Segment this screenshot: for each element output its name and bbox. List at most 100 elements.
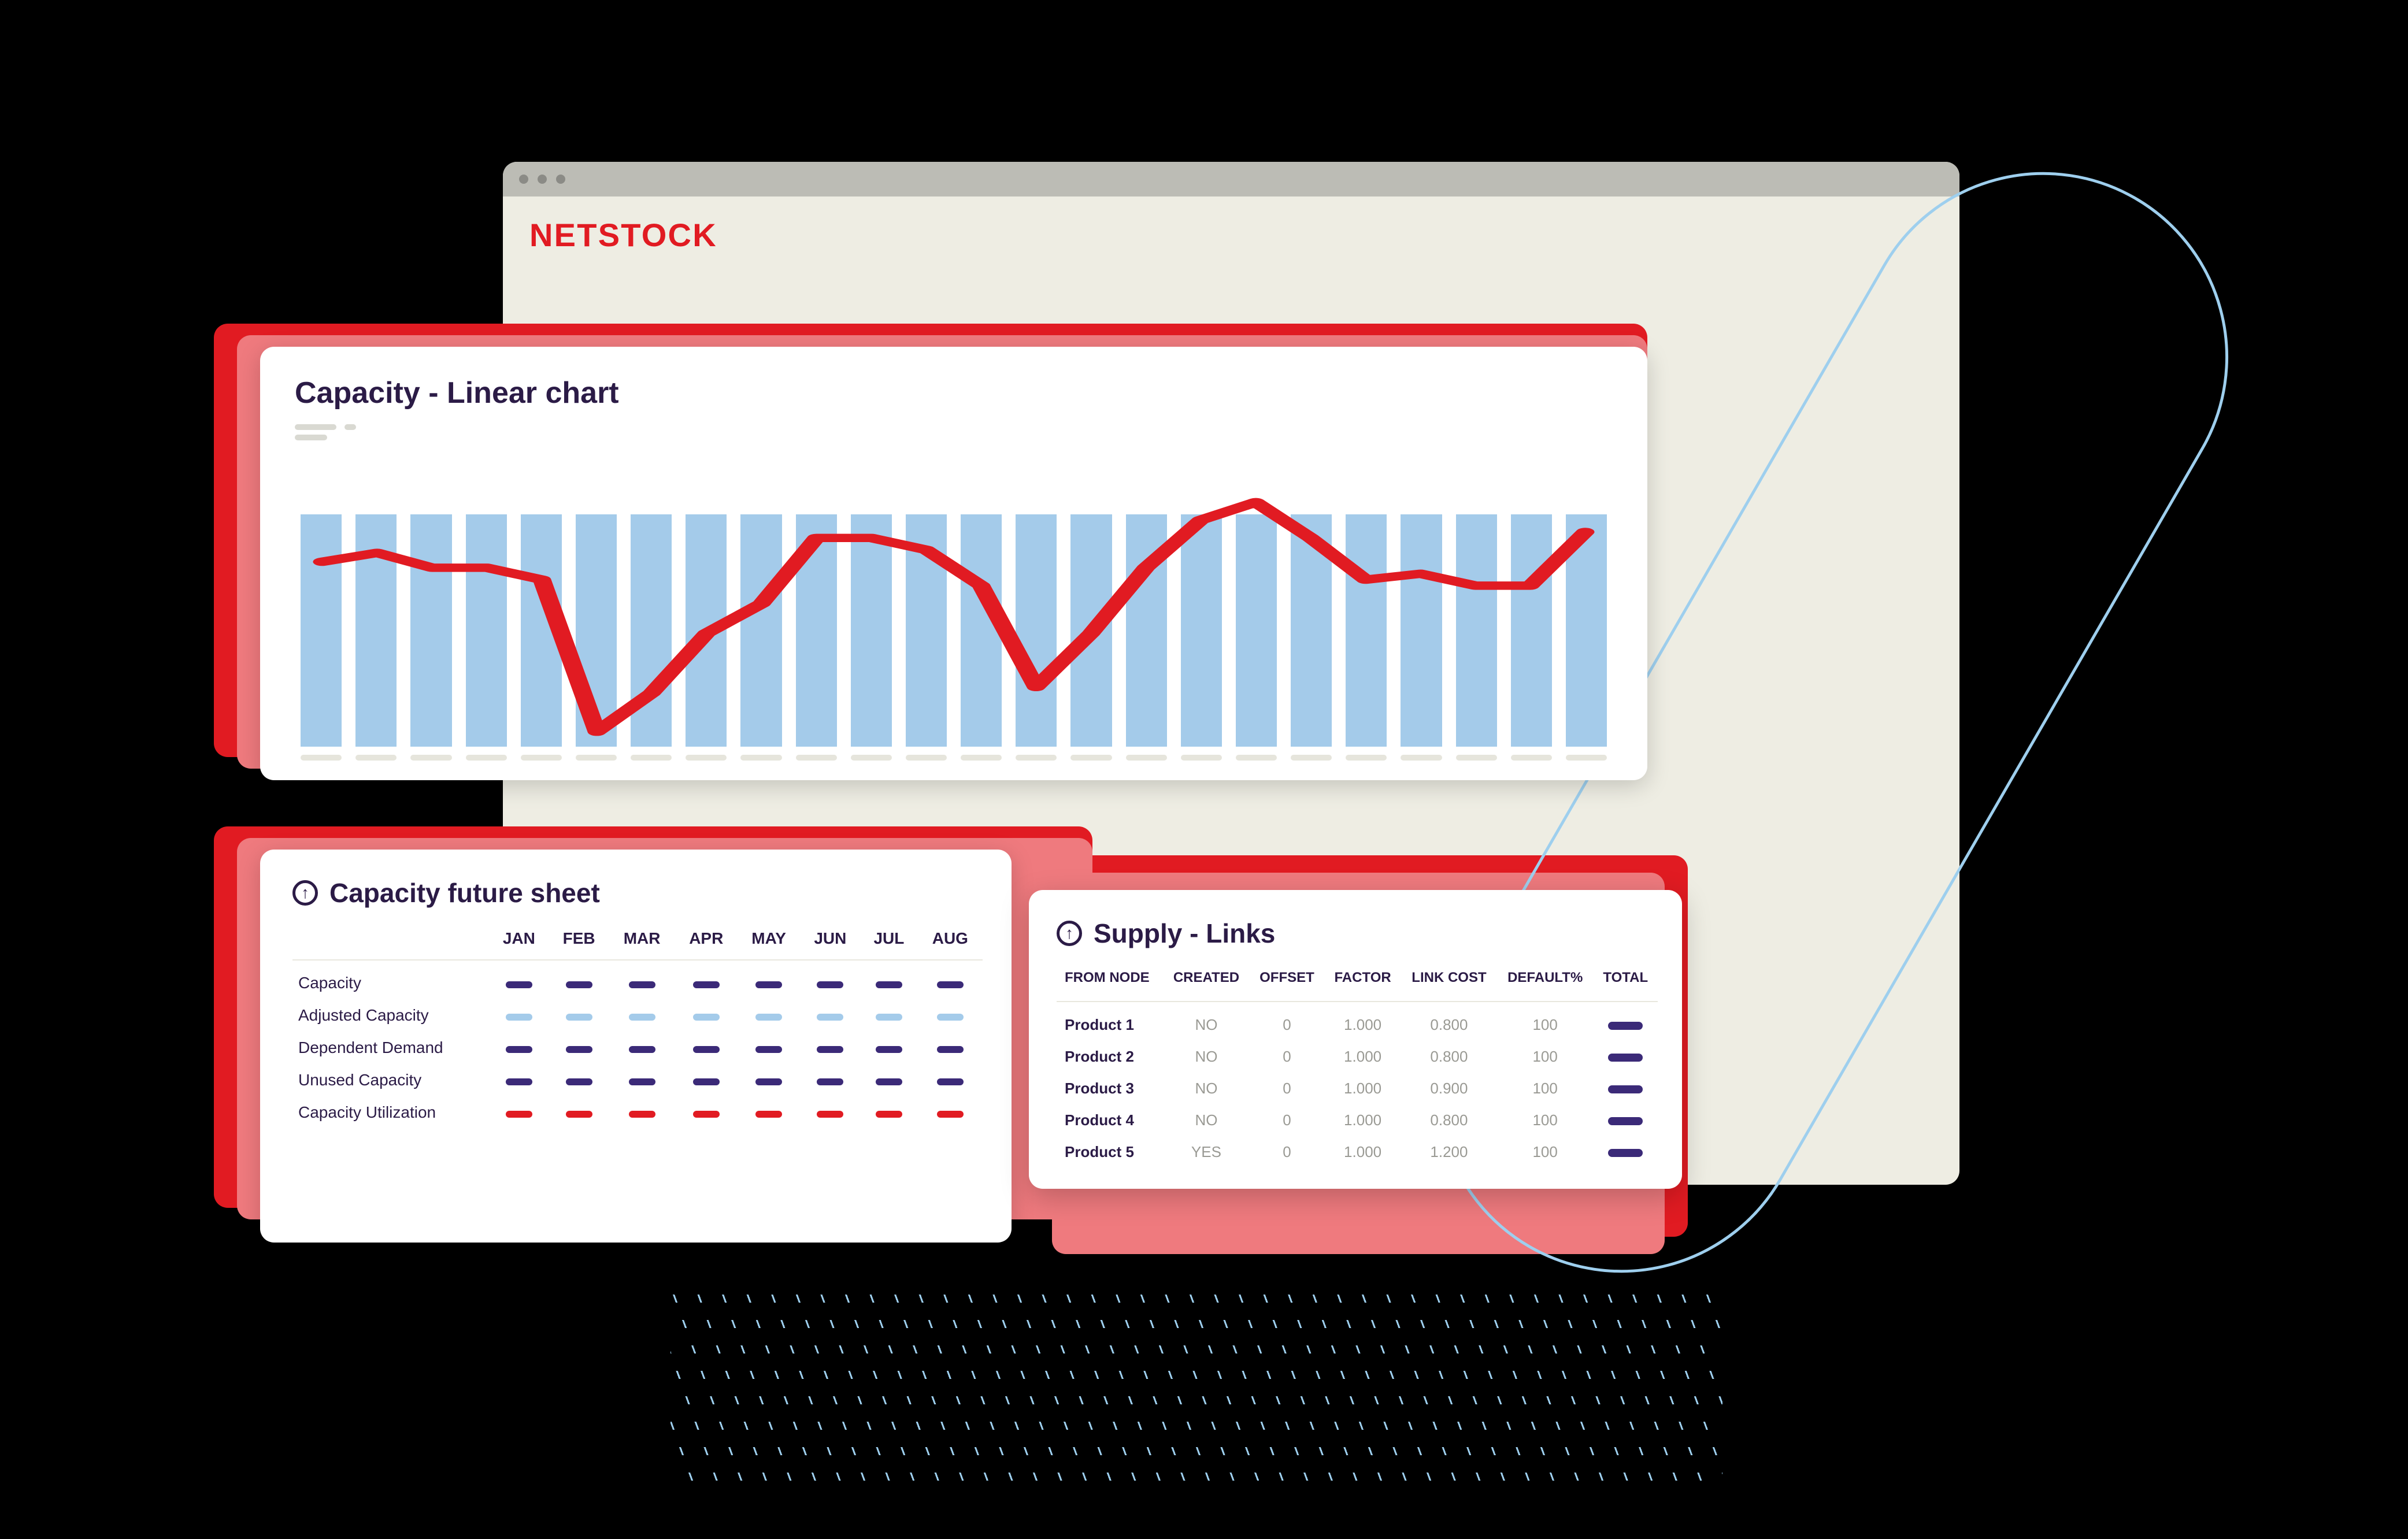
brand-logo: NETSTOCK bbox=[529, 216, 717, 254]
cell-value: NO bbox=[1163, 1002, 1250, 1034]
cell-value: 0 bbox=[1250, 1034, 1324, 1066]
cell-value: YES bbox=[1163, 1129, 1250, 1161]
window-dot-icon bbox=[538, 175, 547, 184]
value-dash bbox=[755, 981, 782, 988]
axis-tick bbox=[410, 755, 451, 761]
table-row: Product 4NO01.0000.800100 bbox=[1057, 1097, 1658, 1129]
table-row: Product 1NO01.0000.800100 bbox=[1057, 1002, 1658, 1034]
cell-value: NO bbox=[1163, 1034, 1250, 1066]
cell-value: 0.800 bbox=[1401, 1002, 1497, 1034]
value-dash bbox=[937, 1078, 964, 1085]
total-dash bbox=[1608, 1085, 1643, 1093]
month-header: FEB bbox=[549, 929, 609, 960]
legend-placeholder bbox=[295, 424, 1613, 430]
axis-tick bbox=[686, 755, 727, 761]
product-name: Product 3 bbox=[1057, 1066, 1163, 1097]
axis-tick bbox=[906, 755, 947, 761]
value-dash bbox=[629, 1078, 655, 1085]
axis-tick bbox=[301, 755, 342, 761]
month-header: JUL bbox=[860, 929, 918, 960]
table-row: Dependent Demand bbox=[292, 1025, 983, 1058]
axis-tick bbox=[355, 755, 397, 761]
table-row: Product 5YES01.0001.200100 bbox=[1057, 1129, 1658, 1161]
value-dash bbox=[566, 981, 592, 988]
value-dash bbox=[817, 1046, 843, 1053]
capacity-linear-chart-card: Capacity - Linear chart bbox=[260, 347, 1647, 780]
value-dash bbox=[755, 1014, 782, 1021]
supply-title: Supply - Links bbox=[1094, 918, 1275, 949]
cell-value: NO bbox=[1163, 1066, 1250, 1097]
cell-value: 1.200 bbox=[1401, 1129, 1497, 1161]
value-dash bbox=[629, 1014, 655, 1021]
row-label: Capacity bbox=[292, 960, 489, 993]
value-dash bbox=[566, 1078, 592, 1085]
axis-tick bbox=[1456, 755, 1497, 761]
axis-tick bbox=[961, 755, 1002, 761]
axis-tick bbox=[796, 755, 837, 761]
value-dash bbox=[937, 1046, 964, 1053]
value-dash bbox=[566, 1111, 592, 1118]
value-dash bbox=[817, 1078, 843, 1085]
axis-tick bbox=[1401, 755, 1442, 761]
month-header: MAR bbox=[609, 929, 675, 960]
total-dash bbox=[1608, 1054, 1643, 1062]
axis-tick bbox=[631, 755, 672, 761]
legend-placeholder bbox=[295, 435, 327, 440]
value-dash bbox=[876, 1111, 902, 1118]
chart-area bbox=[295, 448, 1613, 761]
row-label: Adjusted Capacity bbox=[292, 993, 489, 1025]
value-dash bbox=[693, 1046, 720, 1053]
axis-tick bbox=[1181, 755, 1222, 761]
axis-tick bbox=[1016, 755, 1057, 761]
row-label: Capacity Utilization bbox=[292, 1090, 489, 1122]
axis-tick bbox=[521, 755, 562, 761]
total-dash bbox=[1608, 1022, 1643, 1030]
value-dash bbox=[876, 1078, 902, 1085]
axis-tick bbox=[1070, 755, 1112, 761]
cell-value: 0 bbox=[1250, 1129, 1324, 1161]
value-dash bbox=[876, 1046, 902, 1053]
value-dash bbox=[937, 1014, 964, 1021]
value-dash bbox=[506, 1046, 532, 1053]
table-row: Product 2NO01.0000.800100 bbox=[1057, 1034, 1658, 1066]
value-dash bbox=[506, 1111, 532, 1118]
value-dash bbox=[693, 981, 720, 988]
value-dash bbox=[693, 1111, 720, 1118]
cell-value: 100 bbox=[1497, 1097, 1594, 1129]
value-dash bbox=[876, 1014, 902, 1021]
cell-value: 0.900 bbox=[1401, 1066, 1497, 1097]
value-dash bbox=[755, 1078, 782, 1085]
product-name: Product 2 bbox=[1057, 1034, 1163, 1066]
column-header: CREATED bbox=[1163, 970, 1250, 1002]
product-name: Product 4 bbox=[1057, 1097, 1163, 1129]
cell-value: 0 bbox=[1250, 1066, 1324, 1097]
window-dot-icon bbox=[556, 175, 565, 184]
cell-value: 100 bbox=[1497, 1034, 1594, 1066]
cell-value: 100 bbox=[1497, 1002, 1594, 1034]
decorative-dash-pattern bbox=[670, 1295, 1722, 1491]
column-header: DEFAULT% bbox=[1497, 970, 1594, 1002]
collapse-icon[interactable]: ↑ bbox=[292, 880, 318, 906]
cell-value: 1.000 bbox=[1324, 1066, 1401, 1097]
cell-value: 0 bbox=[1250, 1002, 1324, 1034]
month-header: AUG bbox=[918, 929, 983, 960]
column-header: FROM NODE bbox=[1057, 970, 1163, 1002]
value-dash bbox=[506, 1078, 532, 1085]
value-dash bbox=[629, 981, 655, 988]
value-dash bbox=[566, 1046, 592, 1053]
column-header: FACTOR bbox=[1324, 970, 1401, 1002]
product-name: Product 5 bbox=[1057, 1129, 1163, 1161]
axis-tick bbox=[1126, 755, 1167, 761]
axis-tick bbox=[1236, 755, 1277, 761]
sheet-title: Capacity future sheet bbox=[329, 877, 600, 908]
cell-value: 0 bbox=[1250, 1097, 1324, 1129]
cell-value: 0.800 bbox=[1401, 1034, 1497, 1066]
chart-title: Capacity - Linear chart bbox=[295, 376, 1613, 410]
total-dash bbox=[1608, 1149, 1643, 1157]
cell-value: NO bbox=[1163, 1097, 1250, 1129]
axis-tick bbox=[1511, 755, 1552, 761]
axis-tick bbox=[1291, 755, 1332, 761]
value-dash bbox=[755, 1046, 782, 1053]
collapse-icon[interactable]: ↑ bbox=[1057, 921, 1082, 946]
row-label: Unused Capacity bbox=[292, 1058, 489, 1090]
